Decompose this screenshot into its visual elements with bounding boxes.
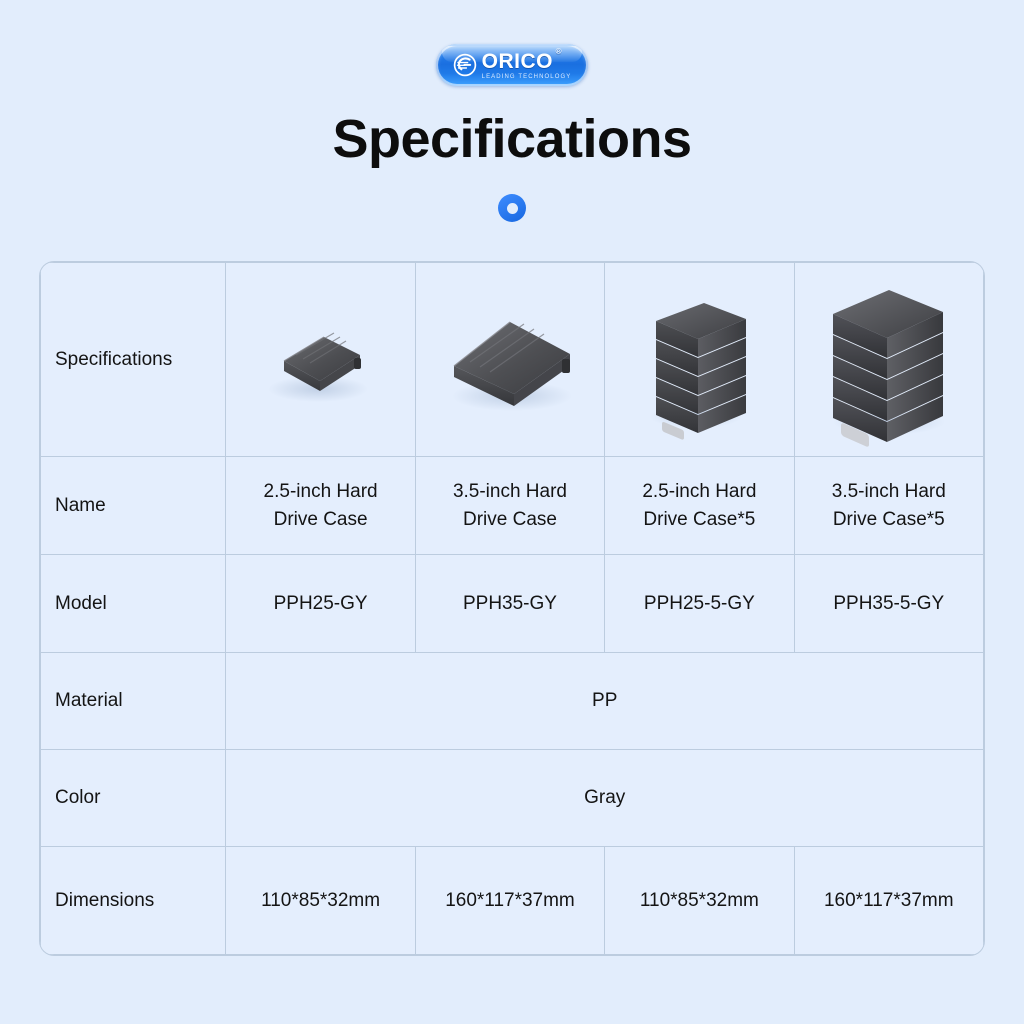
row-label-name: Name bbox=[40, 456, 227, 555]
orico-globe-icon bbox=[453, 53, 476, 77]
product-image-cell-1 bbox=[225, 262, 416, 457]
row-label-material: Material bbox=[40, 652, 227, 750]
name-line2-4: Drive Case*5 bbox=[832, 508, 945, 530]
product-image-cell-4 bbox=[793, 262, 984, 457]
name-line1-4: 3.5-inch Hard bbox=[831, 480, 946, 502]
product-image-cell-3 bbox=[604, 262, 795, 457]
name-line1-1: 2.5-inch Hard bbox=[263, 480, 378, 502]
name-value-1: 2.5-inch Hard Drive Case bbox=[225, 456, 416, 555]
dimensions-value-2: 160*117*37mm bbox=[414, 846, 606, 955]
blue-ring-icon bbox=[498, 194, 526, 222]
hard-drive-case-3-5-inch-stack5-icon bbox=[832, 290, 945, 447]
hard-drive-case-2-5-inch-icon bbox=[267, 332, 368, 402]
material-value: PP bbox=[225, 652, 984, 750]
orico-logo: ORICO ® LEADING TECHNOLOGY bbox=[436, 44, 588, 86]
name-line1-3: 2.5-inch Hard bbox=[642, 480, 757, 502]
model-value-2: PPH35-GY bbox=[414, 554, 606, 653]
specifications-page: ORICO ® LEADING TECHNOLOGY Specification… bbox=[0, 0, 1024, 1024]
hard-drive-case-2-5-inch-stack5-icon bbox=[650, 303, 747, 440]
row-label-specifications: Specifications bbox=[40, 262, 227, 457]
name-value-3: 2.5-inch Hard Drive Case*5 bbox=[604, 456, 795, 555]
table-row-color: Color Gray bbox=[40, 749, 984, 847]
name-line2-3: Drive Case*5 bbox=[643, 508, 756, 530]
row-label-color: Color bbox=[40, 749, 227, 847]
row-label-model: Model bbox=[40, 554, 227, 653]
model-value-3: PPH25-5-GY bbox=[604, 554, 795, 653]
specifications-table: Specifications Name 2.5-inch Hard Drive … bbox=[40, 262, 984, 955]
registered-trademark-icon: ® bbox=[555, 46, 562, 56]
logo-brand-name: ORICO bbox=[481, 49, 553, 73]
name-line2-1: Drive Case bbox=[273, 508, 368, 530]
model-value-4: PPH35-5-GY bbox=[793, 554, 984, 653]
table-row-name: Name 2.5-inch Hard Drive Case 3.5-inch H… bbox=[40, 456, 984, 555]
logo-wordmark: ORICO ® bbox=[481, 47, 562, 73]
model-value-1: PPH25-GY bbox=[225, 554, 416, 653]
logo-pill: ORICO ® LEADING TECHNOLOGY bbox=[436, 44, 588, 86]
logo-tagline: LEADING TECHNOLOGY bbox=[481, 73, 572, 80]
page-title: Specifications bbox=[332, 109, 692, 169]
color-value: Gray bbox=[225, 749, 984, 847]
table-row-model: Model PPH25-GY PPH35-GY PPH25-5-GY PPH35… bbox=[40, 554, 984, 653]
dimensions-value-1: 110*85*32mm bbox=[225, 846, 416, 955]
name-value-4: 3.5-inch Hard Drive Case*5 bbox=[793, 456, 984, 555]
name-line1-2: 3.5-inch Hard bbox=[452, 480, 567, 502]
hard-drive-case-3-5-inch-icon bbox=[451, 320, 572, 411]
name-line2-2: Drive Case bbox=[462, 508, 557, 530]
table-row-dimensions: Dimensions 110*85*32mm 160*117*37mm 110*… bbox=[40, 846, 984, 955]
dimensions-value-3: 110*85*32mm bbox=[604, 846, 795, 955]
dimensions-value-4: 160*117*37mm bbox=[793, 846, 984, 955]
name-value-2: 3.5-inch Hard Drive Case bbox=[414, 456, 606, 555]
table-row-images: Specifications bbox=[40, 262, 984, 457]
table-row-material: Material PP bbox=[40, 652, 984, 750]
product-image-cell-2 bbox=[414, 262, 606, 457]
row-label-dimensions: Dimensions bbox=[40, 846, 227, 955]
